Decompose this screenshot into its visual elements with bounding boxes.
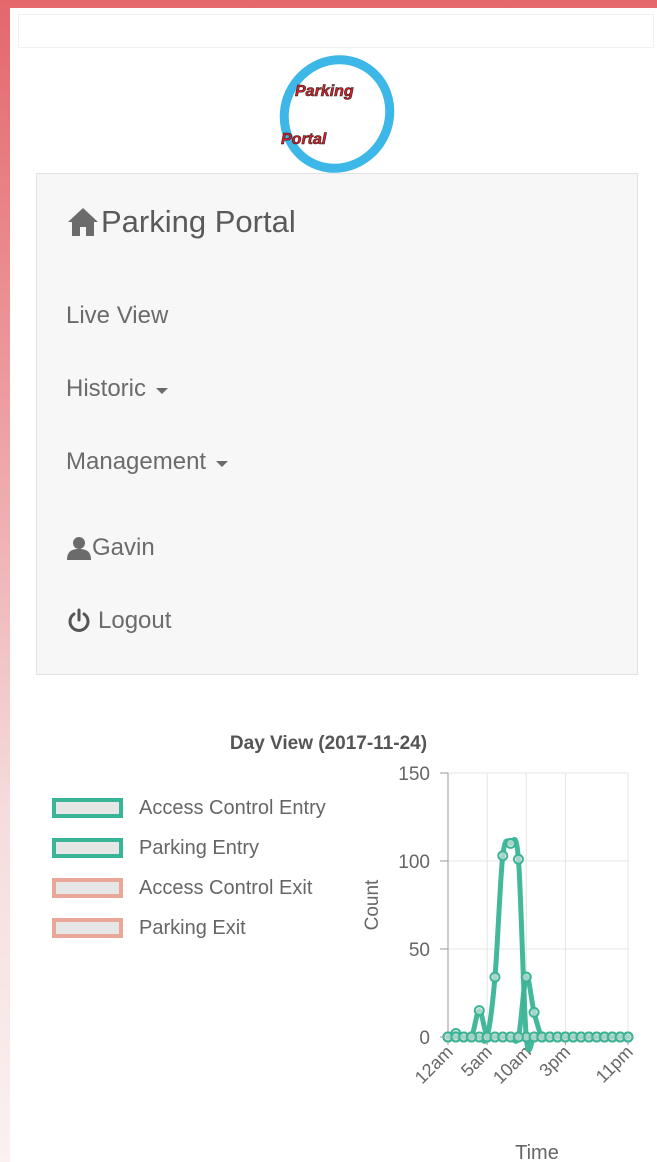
page: Parking Portal Parking Portal Live View … <box>10 8 657 1162</box>
legend-swatch <box>52 918 123 938</box>
nav-item-label: Historic <box>66 375 147 402</box>
nav-item-management[interactable]: Management <box>66 448 229 476</box>
nav-item-logout[interactable]: Logout <box>66 607 171 635</box>
logout-label: Logout <box>98 607 172 634</box>
logo-text-top: Parking <box>295 83 354 100</box>
legend-item[interactable]: Parking Entry <box>52 828 326 868</box>
legend-swatch <box>52 838 123 858</box>
legend-label: Parking Entry <box>139 836 260 859</box>
brand-label: Parking Portal <box>101 204 296 239</box>
top-bar <box>18 14 654 48</box>
chart-title: Day View (2017-11-24) <box>229 733 428 754</box>
parking-portal-logo[interactable]: Parking Portal <box>275 52 399 176</box>
chevron-down-icon <box>156 387 169 394</box>
nav-item-live-view[interactable]: Live View <box>66 302 168 330</box>
legend-label: Access Control Entry <box>139 796 326 819</box>
logo-text-bottom: Portal <box>281 131 327 148</box>
brand-link[interactable]: Parking Portal <box>67 204 296 240</box>
home-icon <box>68 208 98 236</box>
nav-item-label: Management <box>66 448 207 475</box>
logo-ring <box>279 55 395 173</box>
nav-item-historic[interactable]: Historic <box>66 375 169 403</box>
legend-item[interactable]: Parking Exit <box>52 908 326 948</box>
chevron-down-icon <box>216 460 229 467</box>
user-icon <box>67 537 91 560</box>
legend-swatch <box>52 878 123 898</box>
legend-label: Parking Exit <box>139 916 246 939</box>
legend-label: Access Control Exit <box>139 876 313 899</box>
nav-item-label: Live View <box>66 302 169 329</box>
chart-legend: Access Control Entry Parking Entry Acces… <box>52 788 326 948</box>
user-name: Gavin <box>92 534 155 561</box>
power-icon <box>68 608 90 632</box>
nav-panel: Parking Portal Live View Historic Manage… <box>36 173 638 675</box>
nav-item-user[interactable]: Gavin <box>66 534 155 562</box>
legend-item[interactable]: Access Control Entry <box>52 788 326 828</box>
legend-item[interactable]: Access Control Exit <box>52 868 326 908</box>
legend-swatch <box>52 798 123 818</box>
